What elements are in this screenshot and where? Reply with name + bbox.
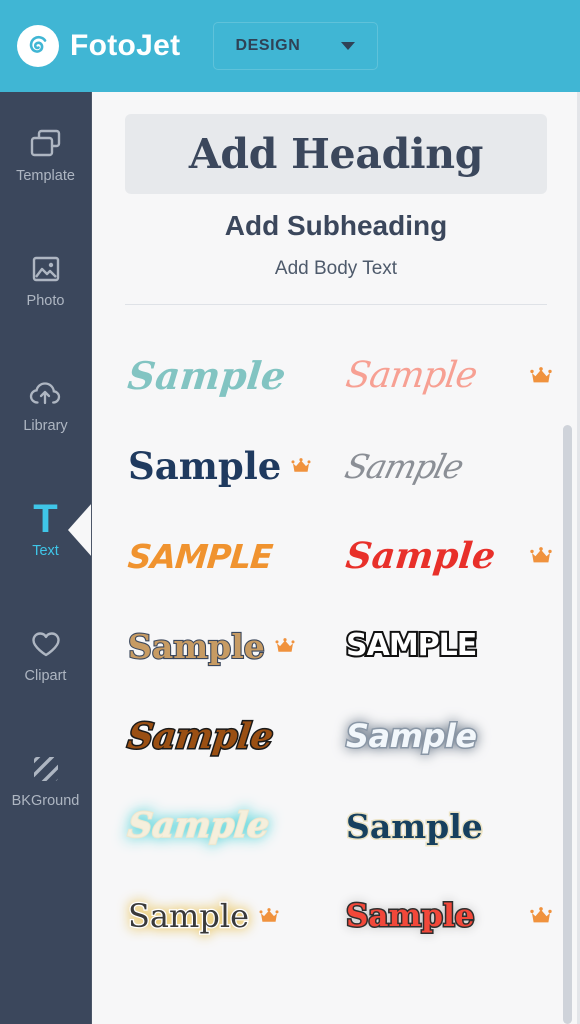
crown-icon <box>291 458 311 474</box>
text-style-item-style-6[interactable]: Sample <box>340 511 558 601</box>
text-style-sample: Sample <box>128 443 282 488</box>
sidebar: Template Photo Library T Text Clipart BK… <box>0 92 92 1024</box>
sidebar-item-library[interactable]: Library <box>0 342 91 467</box>
template-layers-icon <box>30 126 62 162</box>
photo-image-icon <box>31 251 61 287</box>
text-style-sample: Sample <box>343 355 480 396</box>
text-style-sample: SAMPLE <box>344 628 479 663</box>
sidebar-item-bkground[interactable]: BKGround <box>0 717 91 842</box>
sidebar-item-label: Clipart <box>24 667 67 684</box>
sidebar-item-photo[interactable]: Photo <box>0 217 91 342</box>
text-style-sample: SAMPLE <box>126 536 274 576</box>
text-style-item-style-14[interactable]: Sample <box>340 871 558 961</box>
text-style-row: Sample Sample <box>122 421 558 511</box>
sidebar-item-label: Template <box>16 167 75 184</box>
top-bar: FotoJet DESIGN <box>0 0 580 92</box>
sidebar-item-label: Photo <box>26 292 65 309</box>
text-style-sample: Sample <box>344 897 475 934</box>
app-name: FotoJet <box>70 29 181 62</box>
text-style-sample: Sample <box>345 806 485 846</box>
text-style-item-style-2[interactable]: Sample <box>340 331 558 421</box>
add-subheading-button[interactable]: Add Subheading <box>125 210 547 242</box>
text-style-sample: Sample <box>343 535 498 577</box>
text-style-item-style-3[interactable]: Sample <box>122 421 340 511</box>
text-style-row: Sample Sample <box>122 691 558 781</box>
text-style-row: Sample Sample <box>122 331 558 421</box>
text-presets-block: Add Heading Add Subheading Add Body Text <box>92 92 580 280</box>
crown-icon <box>530 367 552 385</box>
text-style-sample: Sample <box>127 626 266 666</box>
design-mode-label: DESIGN <box>235 37 301 54</box>
crown-icon <box>530 547 552 565</box>
text-style-item-style-4[interactable]: Sample <box>340 421 558 511</box>
text-style-row: SAMPLE Sample <box>122 511 558 601</box>
sidebar-item-label: Text <box>32 542 59 559</box>
sidebar-item-label: Library <box>23 417 68 434</box>
design-mode-button[interactable]: DESIGN <box>213 22 379 70</box>
add-heading-label: Add Heading <box>188 130 484 178</box>
text-style-row: Sample Sample <box>122 781 558 871</box>
text-style-sample: Sample <box>125 353 288 398</box>
sidebar-item-template[interactable]: Template <box>0 92 91 217</box>
text-style-sample: Sample <box>345 717 479 755</box>
add-heading-button[interactable]: Add Heading <box>125 114 547 194</box>
text-style-row: Sample SAMPLE <box>122 601 558 691</box>
sidebar-item-text[interactable]: T Text <box>0 467 91 592</box>
app-logo[interactable]: FotoJet <box>17 25 180 67</box>
text-t-icon: T <box>33 496 58 541</box>
text-style-item-style-9[interactable]: Sample <box>122 691 340 781</box>
text-style-item-style-13[interactable]: Sample <box>122 871 340 961</box>
text-style-item-style-1[interactable]: Sample <box>122 331 340 421</box>
text-panel: Add Heading Add Subheading Add Body Text… <box>92 92 580 1024</box>
text-style-item-style-10[interactable]: Sample <box>340 691 558 781</box>
sidebar-item-label: BKGround <box>11 792 80 809</box>
sidebar-item-clipart[interactable]: Clipart <box>0 592 91 717</box>
text-style-sample: Sample <box>125 805 272 847</box>
add-body-text-label: Add Body Text <box>274 258 398 279</box>
scrollbar-thumb[interactable] <box>563 425 572 1024</box>
text-style-grid: Sample Sample Sample Sample SAMPLE Sampl… <box>92 331 580 961</box>
text-style-sample: Sample <box>341 446 467 486</box>
text-style-sample: Sample <box>124 714 277 758</box>
section-divider <box>125 304 547 305</box>
diagonal-stripes-icon <box>31 751 61 787</box>
spiral-logo-icon <box>17 25 59 67</box>
add-body-text-button[interactable]: Add Body Text <box>125 258 547 280</box>
crown-icon <box>259 908 279 924</box>
cloud-upload-icon <box>29 376 63 412</box>
active-pointer-notch <box>68 502 91 557</box>
text-style-item-style-8[interactable]: SAMPLE <box>340 601 558 691</box>
crown-icon <box>530 907 552 925</box>
text-style-sample: Sample <box>127 897 251 935</box>
text-style-item-style-7[interactable]: Sample <box>122 601 340 691</box>
crown-icon <box>275 638 295 654</box>
chevron-down-icon <box>341 42 356 50</box>
text-style-item-style-11[interactable]: Sample <box>122 781 340 871</box>
text-style-row: Sample Sample <box>122 871 558 961</box>
add-subheading-label: Add Subheading <box>224 210 448 241</box>
text-style-item-style-12[interactable]: Sample <box>340 781 558 871</box>
heart-icon <box>30 626 62 662</box>
text-style-item-style-5[interactable]: SAMPLE <box>122 511 340 601</box>
